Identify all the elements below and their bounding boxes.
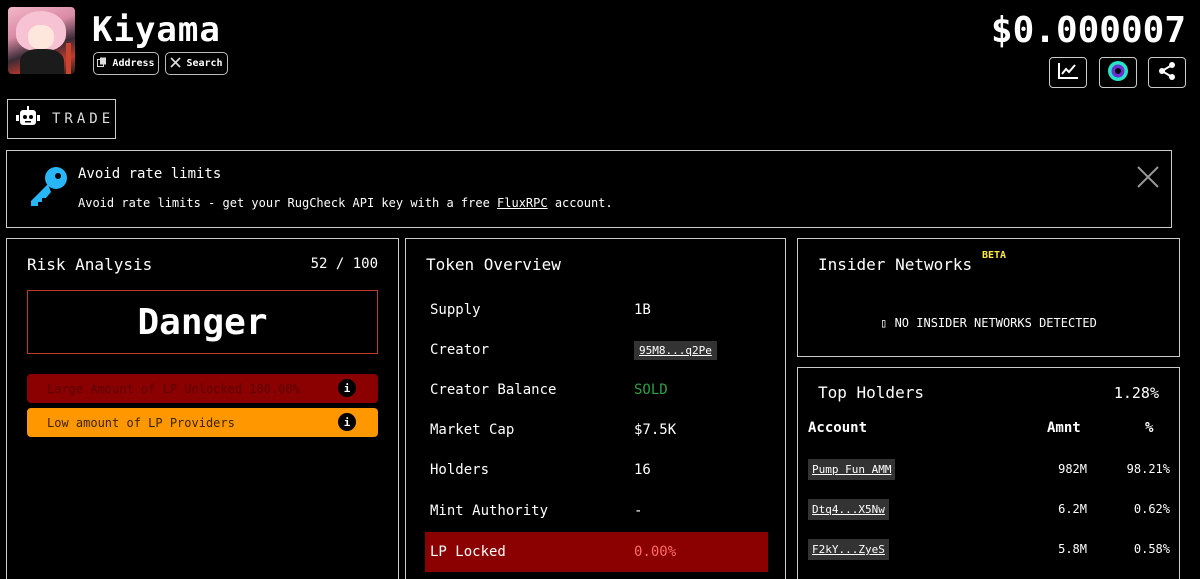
overview-label: Creator [430,342,490,358]
column-header-pct: % [1145,420,1154,436]
overview-row-lp-locked: LP Locked 0.00% [425,532,768,572]
holder-account-link[interactable]: Pump Fun AMM [808,459,896,480]
holders-title: Top Holders [818,383,924,402]
info-glyph-icon: ▯ [880,316,888,330]
fluxrpc-link[interactable]: FluxRPC [497,196,548,210]
insider-message: ▯ NO INSIDER NETWORKS DETECTED [798,316,1179,330]
rate-limit-banner: Avoid rate limits Avoid rate limits - ge… [6,150,1172,228]
banner-text: Avoid rate limits - get your RugCheck AP… [78,196,613,210]
risk-item-label: Low amount of LP Providers [47,415,235,430]
overview-title: Token Overview [426,255,561,274]
overview-row-supply: Supply 1B [425,290,768,330]
share-icon [1157,61,1177,85]
holder-amount: 982M [1058,462,1087,476]
risk-title: Risk Analysis [27,255,153,274]
table-row: Dtq4...X5Nw 6.2M 0.62% [808,499,1170,523]
close-icon[interactable] [1137,165,1159,193]
trade-label: TRADE [52,111,115,127]
info-icon[interactable]: i [338,379,356,397]
overview-row-mint-authority: Mint Authority - [425,491,768,531]
overview-value: 16 [634,462,651,478]
overview-value: 0.00% [634,544,677,560]
overview-row-holders: Holders 16 [425,450,768,490]
token-price: $0.000007 [990,10,1186,51]
overview-row-market-cap: Market Cap $7.5K [425,410,768,450]
insider-networks-panel: Insider Networks BETA ▯ NO INSIDER NETWO… [797,238,1180,357]
holders-total-pct: 1.28% [1113,384,1159,402]
overview-value: - [634,503,643,519]
overview-label: Creator Balance [430,382,557,398]
token-avatar [8,7,75,74]
column-header-amount: Amnt [1047,420,1081,436]
banner-text-before: Avoid rate limits - get your RugCheck AP… [78,196,498,210]
risk-item[interactable]: Large Amount of LP Unlocked 100.00% i [27,374,378,403]
address-button[interactable]: Address [93,52,159,75]
chart-icon [1057,62,1079,84]
address-label: Address [112,58,155,69]
overview-label: Supply [430,302,481,318]
creator-address-link[interactable]: 95M8...q2Pe [634,341,717,360]
holder-amount: 6.2M [1058,502,1087,516]
holder-pct: 0.62% [1133,502,1170,516]
holder-account-link[interactable]: Dtq4...X5Nw [808,499,889,520]
insider-title: Insider Networks [818,255,973,274]
search-label: Search [186,58,223,69]
risk-item[interactable]: Low amount of LP Providers i [27,408,378,437]
explorer-logo-icon [1107,60,1129,86]
overview-label: Mint Authority [430,503,549,519]
table-row: F2kY...ZyeS 5.8M 0.58% [808,539,1170,563]
top-holders-panel: Top Holders 1.28% Account Amnt % Pump Fu… [797,367,1180,579]
overview-value: SOLD [634,382,668,398]
trade-button[interactable]: TRADE [7,99,116,139]
overview-value: $7.5K [634,422,677,438]
overview-value: 1B [634,302,651,318]
overview-label: LP Locked [430,544,506,560]
robot-icon [16,106,40,132]
column-header-account: Account [808,420,868,436]
holder-pct: 98.21% [1126,462,1170,476]
beta-badge: BETA [982,250,1007,261]
search-x-button[interactable]: Search [165,52,228,75]
explorer-button[interactable] [1099,57,1137,88]
overview-label: Holders [430,462,490,478]
key-icon [27,165,69,211]
token-name: Kiyama [92,10,221,50]
x-logo-icon [170,56,182,71]
info-icon[interactable]: i [338,413,356,431]
insider-message-text: NO INSIDER NETWORKS DETECTED [894,316,1097,330]
copy-icon [97,57,107,70]
holder-account-link[interactable]: F2kY...ZyeS [808,539,889,560]
overview-row-creator: Creator 95M8...q2Pe [425,330,768,370]
risk-score: 52 / 100 [310,256,378,272]
share-button[interactable] [1148,57,1186,88]
token-overview-panel: Token Overview Supply 1B Creator 95M8...… [405,238,786,579]
table-row: Pump Fun AMM 982M 98.21% [808,459,1170,483]
overview-label: Market Cap [430,422,515,438]
chart-button[interactable] [1049,57,1087,88]
risk-level: Danger [27,290,378,354]
banner-title: Avoid rate limits [78,166,222,182]
holder-amount: 5.8M [1058,542,1087,556]
holder-pct: 0.58% [1133,542,1170,556]
risk-item-label: Large Amount of LP Unlocked 100.00% [47,381,300,396]
banner-text-after: account. [547,196,613,210]
overview-row-creator-balance: Creator Balance SOLD [425,370,768,410]
risk-analysis-panel: Risk Analysis 52 / 100 Danger Large Amou… [6,238,399,579]
